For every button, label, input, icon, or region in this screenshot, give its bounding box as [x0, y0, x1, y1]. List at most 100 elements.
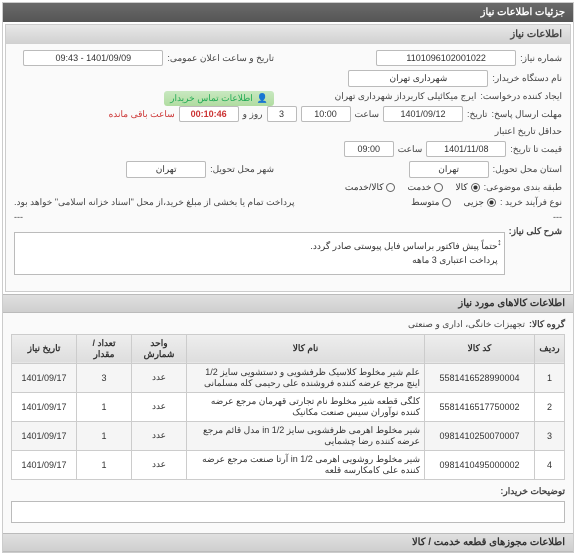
table-row[interactable]: 15581416528990004علم شیر مخلوط کلاسیک ظر… [12, 363, 565, 392]
table-header-row: ردیف کد کالا نام کالا واحد شمارش تعداد /… [12, 334, 565, 363]
col-unit: واحد شمارش [132, 334, 187, 363]
buyer-value: شهرداری تهران [348, 70, 488, 87]
cell-date: 1401/09/17 [12, 363, 77, 392]
cell-name: شیر مخلوط روشویی اهرمی 1/2 in آرتا صنعت … [187, 450, 425, 479]
minvalid-date: 1401/11/08 [426, 141, 506, 157]
items-table: ردیف کد کالا نام کالا واحد شمارش تعداد /… [11, 334, 565, 480]
dash1: --- [553, 212, 562, 222]
table-row[interactable]: 40981410495000002شیر مخلوط روشویی اهرمی … [12, 450, 565, 479]
minvalid-time: 09:00 [344, 141, 394, 157]
announce-value: 1401/09/09 - 09:43 [23, 50, 163, 66]
cell-n: 2 [535, 392, 565, 421]
cell-qty: 1 [77, 421, 132, 450]
cat-service-radio[interactable]: خدمت [407, 182, 443, 193]
need-header: اطلاعات نیاز [6, 25, 570, 44]
items-header: اطلاعات کالاهای مورد نیاز [3, 294, 573, 313]
cell-qty: 1 [77, 450, 132, 479]
proc-note: پرداخت تمام یا بخشی از مبلغ خرید،از محل … [14, 197, 294, 208]
cell-date: 1401/09/17 [12, 450, 77, 479]
saat-label-1: ساعت [355, 109, 380, 120]
contact-icon: 👤 [257, 93, 268, 104]
cat-radio-group: کالا خدمت کالا/خدمت [345, 182, 480, 193]
buyer-desc-input[interactable] [11, 501, 565, 523]
remain-label: ساعت باقی مانده [109, 109, 175, 120]
loc-prov-label: استان محل تحویل: [493, 164, 562, 175]
cell-n: 3 [535, 421, 565, 450]
cell-n: 4 [535, 450, 565, 479]
deadline-time: 10:00 [301, 106, 351, 122]
cell-code: 0981410495000002 [425, 450, 535, 479]
cat-label: طبقه بندی موضوعی: [484, 182, 562, 193]
timer-value: 00:10:46 [179, 106, 239, 122]
main-panel: جزئیات اطلاعات نیاز اطلاعات نیاز شماره ن… [2, 2, 574, 553]
col-qty: تعداد / مقدار [77, 334, 132, 363]
loc-city-value: تهران [126, 161, 206, 178]
cell-date: 1401/09/17 [12, 392, 77, 421]
contact-button[interactable]: 👤 اطلاعات تماس خریدار [164, 91, 274, 106]
cell-code: 5581416528990004 [425, 363, 535, 392]
cell-unit: عدد [132, 392, 187, 421]
group-value: تجهیزات خانگی، اداری و صنعتی [408, 319, 525, 330]
desc-box: ↕ حتماً پیش فاکتور براساس فایل پیوستی صا… [14, 232, 505, 275]
cell-name: کلگی قطعه شیر مخلوط نام تجارتی قهرمان مر… [187, 392, 425, 421]
radio-on-icon [487, 198, 496, 207]
creator-value: ایرج میکائیلی کاربرداز شهرداری تهران [335, 91, 477, 102]
footer-header: اطلاعات مجوزهای قطعه خدمت / کالا [3, 533, 573, 552]
cell-unit: عدد [132, 421, 187, 450]
proc-mid-label: متوسط [411, 197, 439, 208]
radio-off-icon [442, 198, 451, 207]
cell-name: شیر مخلوط اهرمی ظرفشویی سایز 1/2 in مدل … [187, 421, 425, 450]
loc-city-label: شهر محل تحویل: [210, 164, 274, 175]
deadline-days: 3 [267, 106, 297, 122]
col-date: تاریخ نیاز [12, 334, 77, 363]
col-name: نام کالا [187, 334, 425, 363]
minvalid-label1: حداقل تاریخ اعتبار [495, 126, 562, 137]
cell-unit: عدد [132, 450, 187, 479]
loc-prov-value: تهران [409, 161, 489, 178]
cat-goods-radio[interactable]: کالا [455, 182, 479, 193]
need-body: شماره نیاز: 1101096102001022 تاریخ و ساع… [6, 44, 570, 291]
announce-label: تاریخ و ساعت اعلان عمومی: [167, 53, 274, 64]
table-row[interactable]: 25581416517750002کلگی قطعه شیر مخلوط نام… [12, 392, 565, 421]
deadline-label: مهلت ارسال پاسخ: [491, 109, 562, 120]
col-row: ردیف [535, 334, 565, 363]
radio-on-icon [471, 183, 480, 192]
desc-line1: حتماً پیش فاکتور براساس فایل پیوستی صادر… [21, 239, 498, 253]
cell-code: 0981410250070007 [425, 421, 535, 450]
cat-service-label: خدمت [407, 182, 431, 193]
main-header: جزئیات اطلاعات نیاز [3, 3, 573, 22]
desc-line2: پرداخت اعتباری 3 ماهه [21, 253, 498, 267]
proc-partial-label: جزیی [463, 197, 484, 208]
need-panel: اطلاعات نیاز شماره نیاز: 110109610200102… [5, 24, 571, 292]
cat-both-radio[interactable]: کالا/خدمت [345, 182, 396, 193]
cell-name: علم شیر مخلوط کلاسیک ظرفشویی و دستشویی س… [187, 363, 425, 392]
col-code: کد کالا [425, 334, 535, 363]
saat-label-2: ساعت [398, 144, 423, 155]
number-value: 1101096102001022 [376, 50, 516, 66]
cell-unit: عدد [132, 363, 187, 392]
cell-n: 1 [535, 363, 565, 392]
proc-partial-radio[interactable]: جزیی [463, 197, 496, 208]
contact-label: اطلاعات تماس خریدار [170, 93, 253, 104]
resize-icon[interactable]: ↕ [497, 235, 502, 249]
number-label: شماره نیاز: [520, 53, 562, 64]
proc-radio-group: جزیی متوسط [411, 197, 496, 208]
buyer-desc-label: توضیحات خریدار: [500, 486, 565, 497]
proc-label: نوع فرآیند خرید : [500, 197, 562, 208]
cell-date: 1401/09/17 [12, 421, 77, 450]
rooz-label: روز و [243, 109, 263, 120]
deadline-date-label: تاریخ: [467, 109, 487, 120]
cell-qty: 3 [77, 363, 132, 392]
group-label: گروه کالا: [529, 319, 565, 330]
deadline-date: 1401/09/12 [383, 106, 463, 122]
creator-label: ایجاد کننده درخواست: [480, 91, 562, 102]
proc-mid-radio[interactable]: متوسط [411, 197, 451, 208]
desc-label: شرح کلی نیاز: [509, 226, 562, 237]
items-body: گروه کالا: تجهیزات خانگی، اداری و صنعتی … [3, 313, 573, 533]
minvalid-label2: قیمت تا تاریخ: [510, 144, 562, 155]
cat-goods-label: کالا [455, 182, 467, 193]
buyer-label: نام دستگاه خریدار: [492, 73, 562, 84]
cell-qty: 1 [77, 392, 132, 421]
cat-both-label: کالا/خدمت [345, 182, 384, 193]
table-row[interactable]: 30981410250070007شیر مخلوط اهرمی ظرفشویی… [12, 421, 565, 450]
